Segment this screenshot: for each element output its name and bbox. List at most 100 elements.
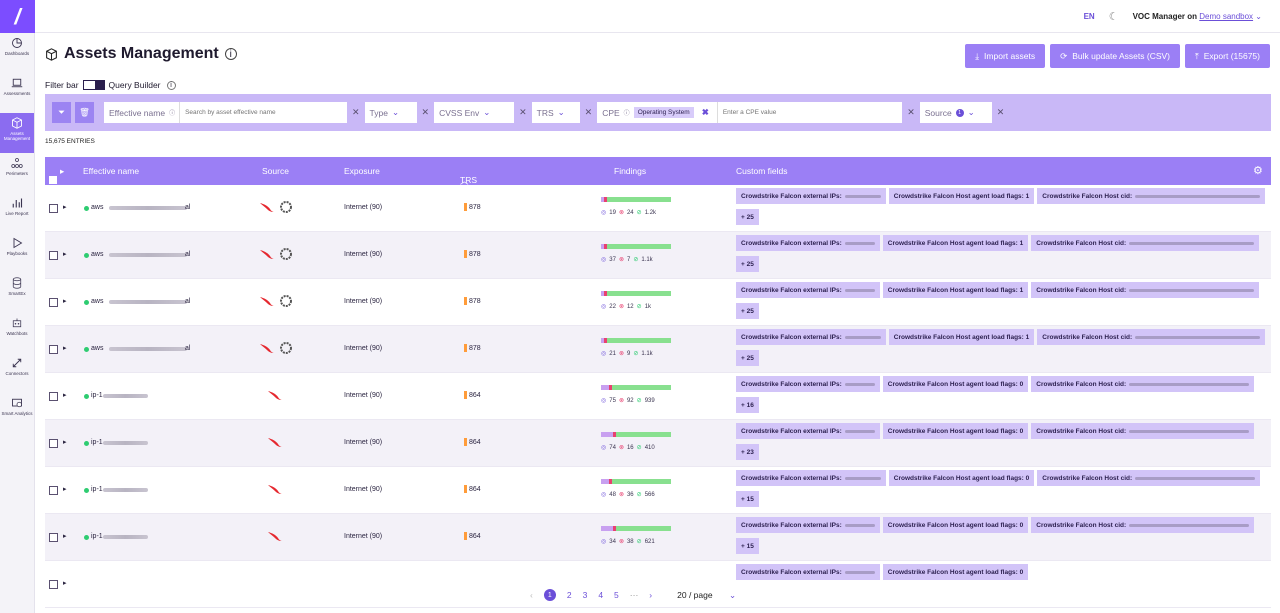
col-source[interactable]: Source (262, 166, 289, 176)
col-exposure[interactable]: Exposure (344, 166, 380, 176)
tag-agent-flags[interactable]: Crowdstrike Falcon Host agent load flags… (882, 564, 1029, 580)
table-row[interactable]: ▸ aws al Internet (90) 878 ◎ 22 ⊗ 12 ⊘ 1k Crowdstri… (45, 279, 1271, 326)
source-select[interactable]: Source 1 ⌄ (919, 102, 992, 123)
import-assets-button[interactable]: ⤓ Import assets (965, 44, 1046, 68)
table-row[interactable]: ▸ aws al Internet (90) 878 ◎ 37 ⊗ 7 ⊘ 1.1k Crowdstr… (45, 232, 1271, 279)
expand-row-icon[interactable]: ▸ (63, 485, 67, 493)
cpe-input[interactable] (716, 102, 877, 123)
more-tags-badge[interactable]: + 15 (736, 538, 759, 554)
close-icon[interactable]: ✕ (584, 107, 594, 118)
table-row[interactable]: ▸ ip-1 Internet (90) 864 ◎ 34 ⊗ 38 ⊘ 621 Crowdstri… (45, 514, 1271, 561)
row-checkbox[interactable] (49, 486, 58, 495)
asset-name[interactable]: aws (91, 345, 103, 352)
row-checkbox[interactable] (49, 251, 58, 260)
row-checkbox[interactable] (49, 204, 58, 213)
expand-row-icon[interactable]: ▸ (63, 250, 67, 258)
asset-name[interactable]: ip-1 (91, 439, 103, 446)
gear-icon[interactable]: ⚙ (1253, 164, 1263, 177)
page-5[interactable]: 5 (614, 590, 619, 600)
close-icon[interactable]: ✖ (702, 107, 709, 118)
tag-external-ips[interactable]: Crowdstrike Falcon external IPs: (736, 470, 886, 486)
info-icon[interactable]: i (166, 80, 176, 90)
page-1[interactable]: 1 (543, 589, 556, 601)
tag-external-ips[interactable]: Crowdstrike Falcon external IPs: (736, 564, 880, 580)
tag-host-cid[interactable]: Crowdstrike Falcon Host cid: (1031, 517, 1255, 533)
tag-host-cid[interactable]: Crowdstrike Falcon Host cid: (1037, 470, 1261, 486)
row-checkbox[interactable] (49, 345, 58, 354)
cvss-select[interactable]: CVSS Env ⌄ (434, 102, 515, 123)
asset-name[interactable]: ip-1 (91, 392, 103, 399)
asset-name[interactable]: aws (91, 298, 103, 305)
tag-host-cid[interactable]: Crowdstrike Falcon Host cid: (1031, 282, 1260, 298)
expand-row-icon[interactable]: ▸ (63, 344, 67, 352)
tag-external-ips[interactable]: Crowdstrike Falcon external IPs: (736, 329, 886, 345)
table-row[interactable]: ▸ aws al Internet (90) 878 ◎ 21 ⊗ 9 ⊘ 1.1k Crowdstr… (45, 326, 1271, 373)
tag-external-ips[interactable]: Crowdstrike Falcon external IPs: (736, 423, 880, 439)
moon-icon[interactable]: ☾ (1109, 10, 1119, 23)
close-icon[interactable]: ✕ (351, 107, 361, 118)
asset-name[interactable]: aws (91, 251, 103, 258)
tag-host-cid[interactable]: Crowdstrike Falcon Host cid: (1031, 376, 1255, 392)
tag-agent-flags[interactable]: Crowdstrike Falcon Host agent load flags… (882, 423, 1029, 439)
sidebar-item-watchbots[interactable]: Watchbots (0, 313, 34, 353)
tag-agent-flags[interactable]: Crowdstrike Falcon Host agent load flags… (888, 470, 1035, 486)
close-icon[interactable]: ✕ (906, 107, 916, 118)
more-tags-badge[interactable]: + 16 (736, 397, 759, 413)
asset-name[interactable]: ip-1 (91, 486, 103, 493)
trash-icon[interactable]: 🗑 (75, 102, 94, 123)
sidebar-item-perimeters[interactable]: Perimeters (0, 153, 34, 193)
expand-row-icon[interactable]: ▸ (63, 532, 67, 540)
user-menu[interactable]: VOC Manager on Demo sandbox ⌄ (1133, 12, 1262, 21)
language-switch[interactable]: EN (1084, 12, 1095, 21)
tag-external-ips[interactable]: Crowdstrike Falcon external IPs: (736, 376, 880, 392)
next-page-icon[interactable]: › (649, 590, 652, 600)
prev-page-icon[interactable]: ‹ (530, 590, 533, 600)
page-4[interactable]: 4 (598, 590, 603, 600)
filter-icon[interactable]: ⏷ (52, 102, 71, 123)
tag-external-ips[interactable]: Crowdstrike Falcon external IPs: (736, 282, 880, 298)
more-tags-badge[interactable]: + 25 (736, 209, 759, 225)
sidebar-item-dashboards[interactable]: Dashboards (0, 33, 34, 73)
more-tags-badge[interactable]: + 25 (736, 256, 759, 272)
pager-ellipsis[interactable]: ··· (630, 590, 639, 600)
close-icon[interactable]: ✕ (518, 107, 528, 118)
expand-row-icon[interactable]: ▸ (63, 579, 67, 587)
page-2[interactable]: 2 (567, 590, 572, 600)
sidebar-item-playbooks[interactable]: Playbooks (0, 233, 34, 273)
sidebar-item-assets-management[interactable]: Assets Management (0, 113, 34, 153)
filter-mode-toggle[interactable] (82, 80, 105, 90)
more-tags-badge[interactable]: + 23 (736, 444, 759, 460)
expand-row-icon[interactable]: ▸ (63, 391, 67, 399)
table-row[interactable]: ▸ ip-1 Internet (90) 864 ◎ 48 ⊗ 36 ⊘ 566 Crowdstri… (45, 467, 1271, 514)
close-icon[interactable]: ✕ (421, 107, 431, 118)
close-icon[interactable]: ✕ (996, 107, 1006, 118)
tag-agent-flags[interactable]: Crowdstrike Falcon Host agent load flags… (882, 376, 1029, 392)
sidebar-item-live-report[interactable]: Live Report (0, 193, 34, 233)
row-checkbox[interactable] (49, 439, 58, 448)
col-findings[interactable]: Findings (614, 166, 646, 176)
cpe-chip[interactable]: Operating System (633, 107, 694, 118)
sidebar-item-assessments[interactable]: Assessments (0, 73, 34, 113)
row-checkbox[interactable] (49, 392, 58, 401)
effective-name-input[interactable] (179, 102, 340, 123)
row-checkbox[interactable] (49, 580, 58, 589)
expand-row-icon[interactable]: ▸ (63, 297, 67, 305)
page-size-select[interactable]: 20 / page ⌄ (677, 590, 736, 601)
tag-external-ips[interactable]: Crowdstrike Falcon external IPs: (736, 235, 880, 251)
tag-host-cid[interactable]: Crowdstrike Falcon Host cid: (1031, 235, 1260, 251)
tag-agent-flags[interactable]: Crowdstrike Falcon Host agent load flags… (882, 282, 1029, 298)
col-effective-name[interactable]: Effective name (83, 166, 139, 176)
tag-agent-flags[interactable]: Crowdstrike Falcon Host agent load flags… (888, 188, 1035, 204)
tag-host-cid[interactable]: Crowdstrike Falcon Host cid: (1031, 423, 1255, 439)
table-row[interactable]: ▸ aws al Internet (90) 878 ◎ 19 ⊗ 24 ⊘ 1.2k Crowdst… (45, 185, 1271, 232)
expand-all-icon[interactable]: ▸ (60, 166, 64, 177)
sidebar-item-connectors[interactable]: Connectors (0, 353, 34, 393)
logo[interactable]: / (0, 0, 35, 33)
more-tags-badge[interactable]: + 25 (736, 303, 759, 319)
trs-select[interactable]: TRS ⌄ (531, 102, 580, 123)
tag-host-cid[interactable]: Crowdstrike Falcon Host cid: (1037, 329, 1266, 345)
more-tags-badge[interactable]: + 15 (736, 491, 759, 507)
asset-name[interactable]: ip-1 (91, 533, 103, 540)
tag-agent-flags[interactable]: Crowdstrike Falcon Host agent load flags… (888, 329, 1035, 345)
col-custom-fields[interactable]: Custom fields (736, 166, 788, 176)
